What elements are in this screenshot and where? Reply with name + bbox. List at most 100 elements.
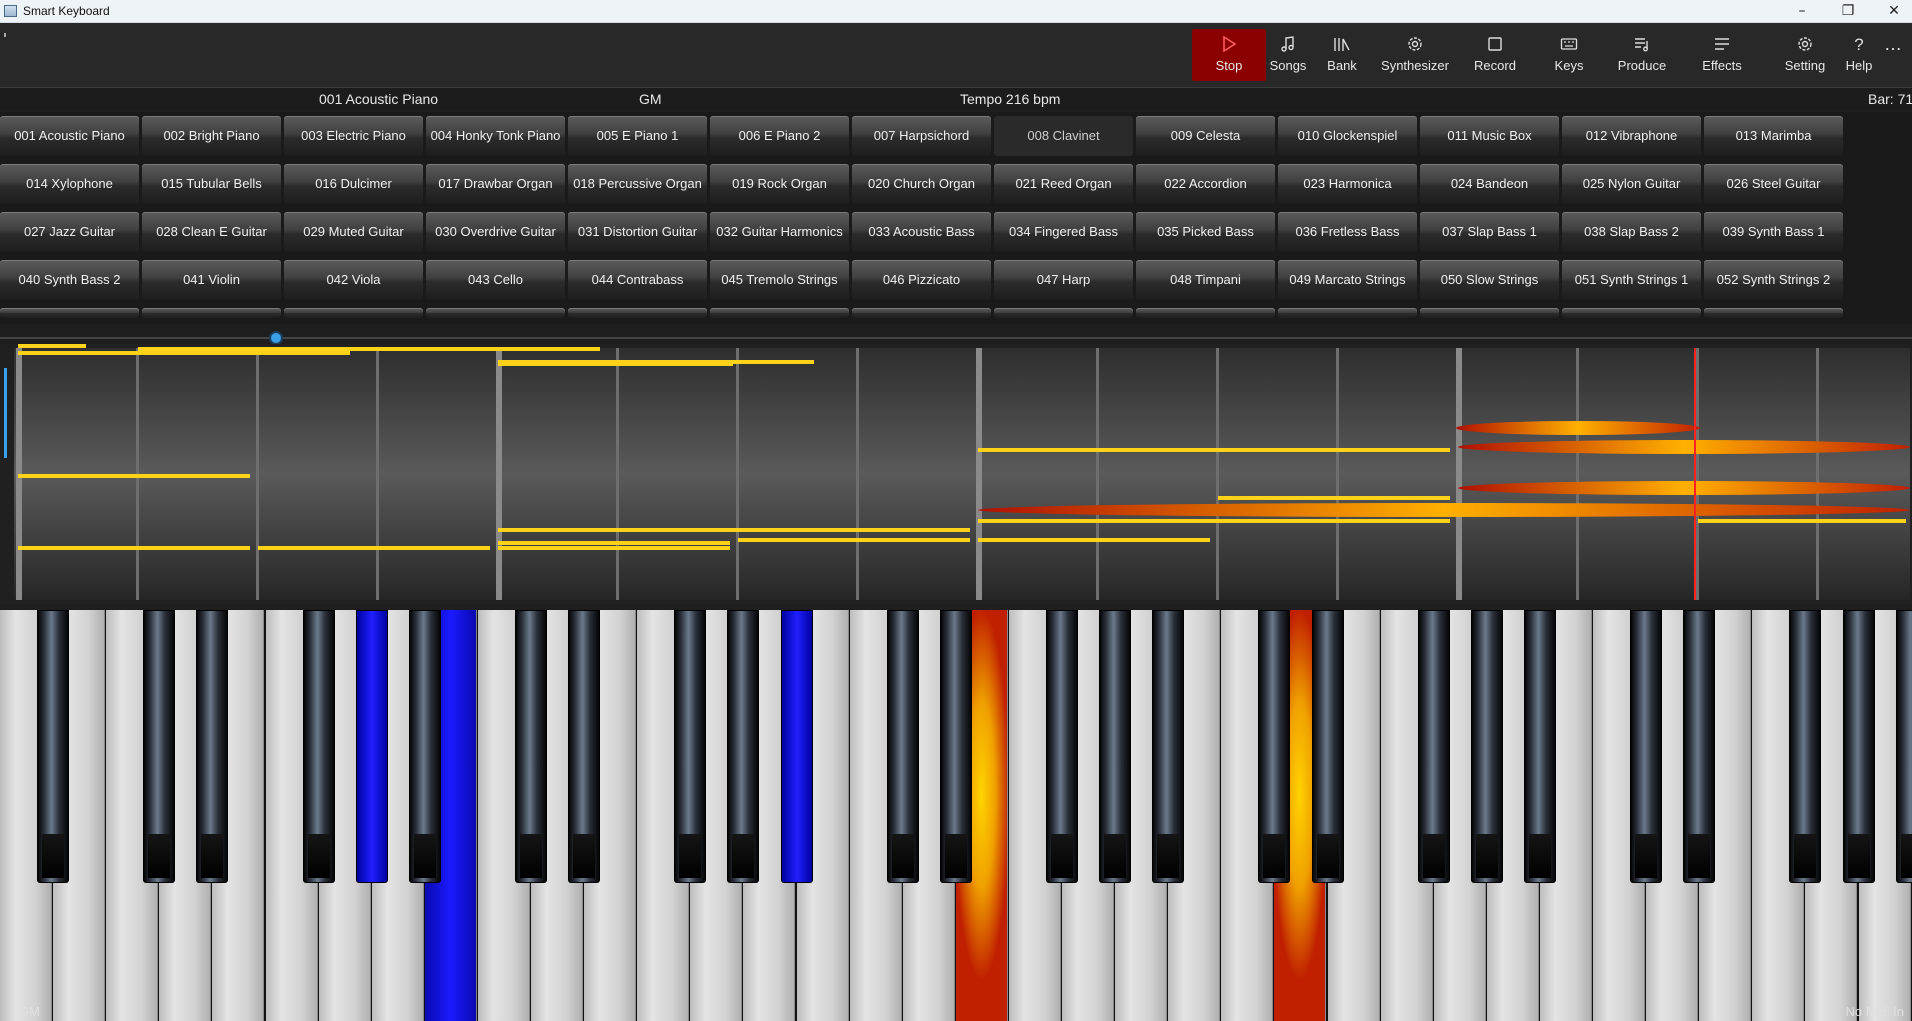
- songs-button[interactable]: Songs: [1268, 29, 1308, 81]
- instrument-button[interactable]: 005 E Piano 1: [568, 116, 707, 156]
- black-key[interactable]: [1843, 610, 1875, 883]
- black-key[interactable]: [515, 610, 547, 883]
- instrument-button[interactable]: 014 Xylophone: [0, 164, 139, 204]
- black-key[interactable]: [940, 610, 972, 883]
- instrument-button-partial[interactable]: [426, 308, 565, 318]
- instrument-button[interactable]: 025 Nylon Guitar: [1562, 164, 1701, 204]
- instrument-button[interactable]: 022 Accordion: [1136, 164, 1275, 204]
- black-key[interactable]: [568, 610, 600, 883]
- instrument-button[interactable]: 013 Marimba: [1704, 116, 1843, 156]
- synthesizer-button[interactable]: Synthesizer: [1380, 29, 1450, 81]
- black-key[interactable]: [196, 610, 228, 883]
- instrument-button[interactable]: 011 Music Box: [1420, 116, 1559, 156]
- instrument-button[interactable]: 024 Bandeon: [1420, 164, 1559, 204]
- instrument-button[interactable]: 037 Slap Bass 1: [1420, 212, 1559, 252]
- instrument-button[interactable]: 041 Violin: [142, 260, 281, 300]
- instrument-button[interactable]: 019 Rock Organ: [710, 164, 849, 204]
- instrument-button[interactable]: 033 Acoustic Bass: [852, 212, 991, 252]
- instrument-button[interactable]: 026 Steel Guitar: [1704, 164, 1843, 204]
- black-key[interactable]: [303, 610, 335, 883]
- instrument-button[interactable]: 046 Pizzicato: [852, 260, 991, 300]
- effects-button[interactable]: Effects: [1700, 29, 1744, 81]
- setting-button[interactable]: Setting: [1784, 29, 1826, 81]
- instrument-button-partial[interactable]: [284, 308, 423, 318]
- black-key[interactable]: [1152, 610, 1184, 883]
- instrument-button[interactable]: 031 Distortion Guitar: [568, 212, 707, 252]
- instrument-button-partial[interactable]: [568, 308, 707, 318]
- instrument-button[interactable]: 020 Church Organ: [852, 164, 991, 204]
- instrument-button[interactable]: 052 Synth Strings 2: [1704, 260, 1843, 300]
- instrument-button[interactable]: 010 Glockenspiel: [1278, 116, 1417, 156]
- black-key[interactable]: [1046, 610, 1078, 883]
- instrument-button[interactable]: 008 Clavinet: [994, 116, 1133, 156]
- instrument-button[interactable]: 030 Overdrive Guitar: [426, 212, 565, 252]
- instrument-button[interactable]: 017 Drawbar Organ: [426, 164, 565, 204]
- instrument-button[interactable]: 051 Synth Strings 1: [1562, 260, 1701, 300]
- instrument-button[interactable]: 028 Clean E Guitar: [142, 212, 281, 252]
- instrument-button-partial[interactable]: [0, 308, 139, 318]
- instrument-button[interactable]: 029 Muted Guitar: [284, 212, 423, 252]
- piano-keyboard[interactable]: [0, 610, 1912, 1021]
- black-key[interactable]: [1630, 610, 1662, 883]
- black-key[interactable]: [1896, 610, 1912, 883]
- instrument-button[interactable]: 039 Synth Bass 1: [1704, 212, 1843, 252]
- instrument-button[interactable]: 040 Synth Bass 2: [0, 260, 139, 300]
- instrument-button-partial[interactable]: [1136, 308, 1275, 318]
- instrument-button[interactable]: 047 Harp: [994, 260, 1133, 300]
- minimize-button[interactable]: –: [1780, 0, 1824, 23]
- keys-button[interactable]: Keys: [1552, 29, 1586, 81]
- instrument-button[interactable]: 038 Slap Bass 2: [1562, 212, 1701, 252]
- instrument-button[interactable]: 002 Bright Piano: [142, 116, 281, 156]
- stop-button[interactable]: Stop: [1192, 29, 1266, 81]
- instrument-button-partial[interactable]: [710, 308, 849, 318]
- instrument-button[interactable]: 018 Percussive Organ: [568, 164, 707, 204]
- produce-button[interactable]: Produce: [1616, 29, 1668, 81]
- black-key[interactable]: [1099, 610, 1131, 883]
- instrument-button-partial[interactable]: [1704, 308, 1843, 318]
- black-key[interactable]: [1471, 610, 1503, 883]
- instrument-button-partial[interactable]: [1562, 308, 1701, 318]
- instrument-button[interactable]: 004 Honky Tonk Piano: [426, 116, 565, 156]
- scroll-slider-knob[interactable]: [269, 331, 283, 345]
- instrument-button[interactable]: 034 Fingered Bass: [994, 212, 1133, 252]
- instrument-button[interactable]: 023 Harmonica: [1278, 164, 1417, 204]
- instrument-button[interactable]: 006 E Piano 2: [710, 116, 849, 156]
- instrument-button[interactable]: 044 Contrabass: [568, 260, 707, 300]
- black-key[interactable]: [1312, 610, 1344, 883]
- restore-button[interactable]: ❐: [1826, 0, 1870, 23]
- black-key[interactable]: [1418, 610, 1450, 883]
- instrument-button[interactable]: 048 Timpani: [1136, 260, 1275, 300]
- black-key[interactable]: [1683, 610, 1715, 883]
- instrument-button-partial[interactable]: [1420, 308, 1559, 318]
- close-button[interactable]: ✕: [1872, 0, 1912, 23]
- instrument-button[interactable]: 016 Dulcimer: [284, 164, 423, 204]
- black-key[interactable]: [143, 610, 175, 883]
- black-key[interactable]: [1524, 610, 1556, 883]
- instrument-button[interactable]: 042 Viola: [284, 260, 423, 300]
- help-button[interactable]: ? Help: [1844, 29, 1874, 81]
- instrument-button[interactable]: 049 Marcato Strings: [1278, 260, 1417, 300]
- instrument-button-partial[interactable]: [142, 308, 281, 318]
- instrument-button[interactable]: 021 Reed Organ: [994, 164, 1133, 204]
- black-key[interactable]: [727, 610, 759, 883]
- instrument-button[interactable]: 012 Vibraphone: [1562, 116, 1701, 156]
- instrument-button[interactable]: 043 Cello: [426, 260, 565, 300]
- black-key[interactable]: [674, 610, 706, 883]
- instrument-button[interactable]: 015 Tubular Bells: [142, 164, 281, 204]
- black-key[interactable]: [37, 610, 69, 883]
- black-key[interactable]: [887, 610, 919, 883]
- instrument-button[interactable]: 035 Picked Bass: [1136, 212, 1275, 252]
- instrument-button[interactable]: 009 Celesta: [1136, 116, 1275, 156]
- black-key[interactable]: [781, 610, 813, 883]
- black-key[interactable]: [1258, 610, 1290, 883]
- scroll-slider-track[interactable]: [0, 337, 1912, 339]
- instrument-button-partial[interactable]: [1278, 308, 1417, 318]
- instrument-button[interactable]: 007 Harpsichord: [852, 116, 991, 156]
- black-key[interactable]: [356, 610, 388, 883]
- bank-button[interactable]: Bank: [1322, 29, 1362, 81]
- record-button[interactable]: Record: [1472, 29, 1518, 81]
- black-key[interactable]: [409, 610, 441, 883]
- instrument-button[interactable]: 027 Jazz Guitar: [0, 212, 139, 252]
- instrument-button[interactable]: 045 Tremolo Strings: [710, 260, 849, 300]
- black-key[interactable]: [1789, 610, 1821, 883]
